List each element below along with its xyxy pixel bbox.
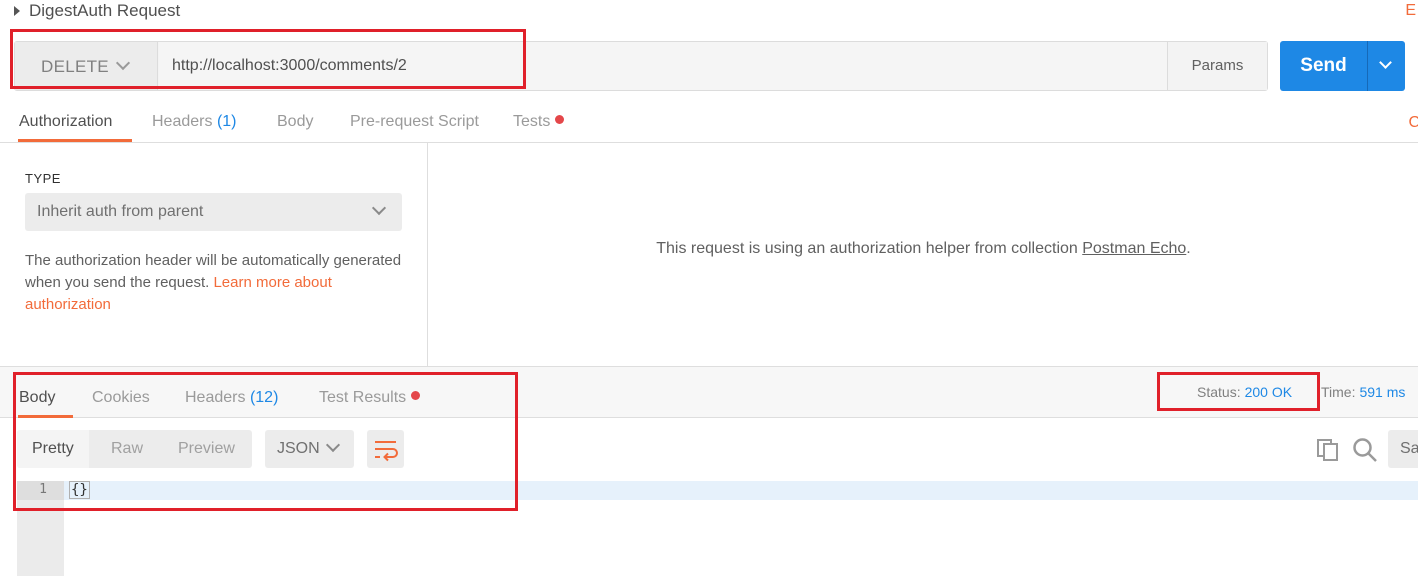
- time-value[interactable]: 591 ms: [1359, 384, 1405, 400]
- edit-link[interactable]: E: [1405, 2, 1416, 20]
- auth-settings-panel: TYPE Inherit auth from parent The author…: [0, 143, 428, 366]
- copy-icon[interactable]: [1317, 439, 1339, 461]
- collapse-caret-icon[interactable]: [14, 6, 20, 16]
- auth-type-select[interactable]: Inherit auth from parent: [25, 193, 402, 231]
- tab-authorization[interactable]: Authorization: [18, 105, 132, 142]
- annotation-box-method-url: [10, 29, 526, 89]
- helper-message: This request is using an authorization h…: [429, 240, 1418, 258]
- request-tabs: Authorization Headers (1) Body Pre-reque…: [0, 105, 1418, 143]
- annotation-box-response-body: [13, 372, 518, 511]
- chevron-down-icon: [1379, 56, 1392, 69]
- tab-pre-request-script[interactable]: Pre-request Script: [350, 105, 479, 142]
- auth-helper-panel: This request is using an authorization h…: [429, 143, 1418, 366]
- request-title-bar: DigestAuth Request E: [0, 0, 1418, 24]
- tab-label: Pre-request Script: [350, 113, 479, 130]
- response-time: Time: 591 ms: [1321, 384, 1405, 400]
- tab-label: Authorization: [19, 113, 113, 130]
- auth-type-value: Inherit auth from parent: [37, 203, 204, 220]
- params-button[interactable]: Params: [1167, 42, 1267, 90]
- tab-label: Tests: [513, 113, 551, 130]
- type-label: TYPE: [25, 171, 61, 186]
- time-label: Time:: [1321, 384, 1356, 400]
- annotation-box-status: [1157, 372, 1320, 411]
- tab-headers[interactable]: Headers (1): [152, 105, 237, 142]
- helper-period: .: [1186, 240, 1191, 257]
- send-button[interactable]: Send: [1280, 41, 1367, 91]
- chevron-down-icon: [371, 200, 387, 216]
- headers-count: (1): [216, 113, 237, 130]
- tab-tests[interactable]: Tests: [513, 105, 565, 142]
- request-name[interactable]: DigestAuth Request: [29, 1, 180, 21]
- helper-text: This request is using an authorization h…: [656, 240, 1083, 257]
- auth-description: The authorization header will be automat…: [25, 250, 405, 316]
- tab-body[interactable]: Body: [277, 105, 313, 142]
- tests-indicator-dot: [555, 115, 565, 124]
- send-dropdown-button[interactable]: [1367, 41, 1405, 91]
- tab-label: Body: [277, 113, 314, 130]
- collection-link[interactable]: Postman Echo: [1082, 240, 1186, 257]
- save-response-button[interactable]: Sa: [1388, 430, 1418, 468]
- tab-label: Headers: [152, 113, 213, 130]
- search-icon[interactable]: [1352, 437, 1378, 463]
- cookies-link-edge[interactable]: C: [1408, 114, 1418, 132]
